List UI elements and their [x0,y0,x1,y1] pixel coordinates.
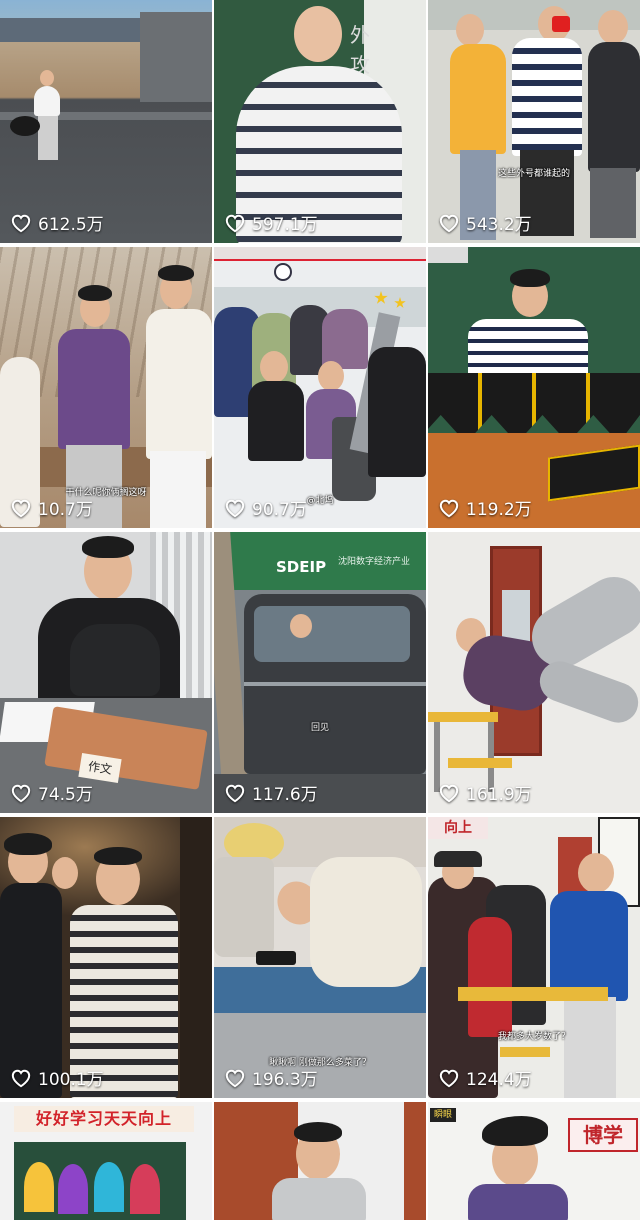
video-thumbnail [0,0,212,243]
video-tile[interactable]: 外攻 597.1万 [214,0,426,243]
like-count-value: 161.9万 [466,785,532,805]
video-thumbnail [214,1102,426,1220]
banner-logo: SDEIP [276,558,327,576]
video-thumbnail [428,532,640,813]
video-tile[interactable]: 612.5万 [0,0,212,243]
like-count: 597.1万 [224,210,318,235]
video-thumbnail [428,0,640,243]
video-thumbnail [428,247,640,528]
corner-tag: 瞬眼 [430,1108,456,1122]
like-count: 10.7万 [10,495,93,520]
like-count: 74.5万 [10,780,93,805]
video-tile[interactable]: 100.1万 [0,817,212,1098]
like-count-value: 90.7万 [252,500,307,520]
like-count: 196.3万 [224,1065,318,1090]
like-count-value: 124.4万 [466,1070,532,1090]
banner-subtitle: 沈阳数字经济产业 [338,557,411,567]
video-tile[interactable]: 瞅瞅啊 刚做那么多菜了？ 196.3万 [214,817,426,1098]
video-tile[interactable]: 161.9万 [428,532,640,813]
heart-outline-icon [11,784,31,802]
video-thumbnail [0,817,212,1098]
like-count-value: 612.5万 [38,215,104,235]
video-thumbnail: 作文 [0,532,212,813]
like-count: 543.2万 [438,210,532,235]
heart-outline-icon [225,1069,245,1087]
video-caption: 我都多大岁数了？ [497,1032,570,1042]
like-count: 124.4万 [438,1065,532,1090]
video-tile[interactable]: 干什么呢你俩搁这呀 10.7万 [0,247,212,528]
video-grid: 612.5万 外攻 597.1万 这些外号都谁起的 543.2万 干什么呢你俩搁… [0,0,640,1220]
classroom-banner: 好好学习天天向上 [14,1106,194,1132]
video-tile[interactable]: 好好学习天天向上 [0,1102,212,1220]
heart-outline-icon [225,214,245,232]
like-count-value: 543.2万 [466,215,532,235]
like-count: 117.6万 [224,780,318,805]
heart-outline-icon [439,1069,459,1087]
heart-outline-icon [11,214,31,232]
heart-outline-icon [11,499,31,517]
video-thumbnail: SDEIP 沈阳数字经济产业 [214,532,426,813]
video-tile[interactable]: 119.2万 [428,247,640,528]
like-count-value: 597.1万 [252,215,318,235]
like-count: 100.1万 [10,1065,104,1090]
heart-outline-icon [225,784,245,802]
like-count-value: 119.2万 [466,500,532,520]
like-count: 90.7万 [224,495,307,520]
wall-sign: 博学 [568,1118,638,1152]
video-thumbnail: 外攻 [214,0,426,243]
heart-outline-icon [439,499,459,517]
video-tile[interactable] [214,1102,426,1220]
video-thumbnail [214,247,426,528]
video-caption: 回见 [310,723,329,733]
video-tile[interactable]: 这些外号都谁起的 543.2万 [428,0,640,243]
like-count-value: 74.5万 [38,785,93,805]
like-count: 119.2万 [438,495,532,520]
video-tile[interactable]: 瞬眼 博学 [428,1102,640,1220]
like-count-value: 100.1万 [38,1070,104,1090]
like-count-value: 117.6万 [252,785,318,805]
video-thumbnail: 好好学习天天向上 [0,1102,212,1220]
video-tile[interactable]: 作文 74.5万 [0,532,212,813]
like-count: 612.5万 [10,210,104,235]
like-count: 161.9万 [438,780,532,805]
heart-outline-icon [11,1069,31,1087]
heart-outline-icon [439,214,459,232]
like-count-value: 10.7万 [38,500,93,520]
video-tile[interactable]: SDEIP 沈阳数字经济产业 回见 117.6万 [214,532,426,813]
video-thumbnail: 向上 [428,817,640,1098]
heart-outline-icon [439,784,459,802]
video-tile[interactable]: 向上 我都多大岁数了？ 124.4万 [428,817,640,1098]
heart-outline-icon [225,499,245,517]
video-caption: 这些外号都谁起的 [497,169,570,179]
wall-sign: 向上 [428,817,488,839]
video-tile[interactable]: @北坞 90.7万 [214,247,426,528]
like-count-value: 196.3万 [252,1070,318,1090]
video-thumbnail: 瞬眼 博学 [428,1102,640,1220]
